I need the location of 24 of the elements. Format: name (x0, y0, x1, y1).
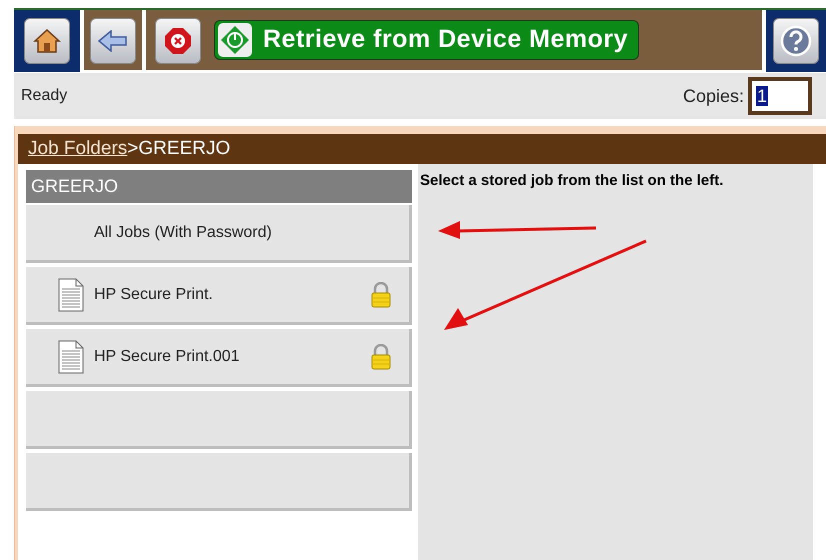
breadcrumb-current: >GREERJO (127, 136, 230, 161)
instructions-text: Select a stored job from the list on the left. (420, 171, 724, 191)
home-button[interactable] (24, 18, 70, 64)
list-item[interactable]: HP Secure Print.001 (26, 329, 412, 387)
document-icon (58, 340, 84, 374)
document-icon (58, 278, 84, 312)
folder-title: GREERJO (26, 170, 412, 203)
list-item[interactable]: All Jobs (With Password) (26, 205, 412, 263)
list-item[interactable]: HP Secure Print. (26, 267, 412, 325)
stop-icon (164, 27, 192, 55)
start-icon (217, 22, 253, 58)
job-folders-link[interactable]: Job Folders (28, 134, 128, 164)
house-icon (33, 28, 61, 54)
stop-button[interactable] (155, 18, 201, 64)
copies-field[interactable]: 1 (748, 77, 812, 115)
padlock-icon (371, 344, 391, 370)
start-retrieve-button[interactable]: Retrieve from Device Memory (214, 20, 640, 60)
back-button[interactable] (90, 18, 136, 64)
copies-label: Copies: (682, 84, 744, 108)
help-icon (780, 25, 812, 57)
padlock-icon (371, 282, 391, 308)
left-arrow-icon (98, 30, 128, 52)
help-button[interactable] (773, 18, 819, 64)
status-text: Ready (21, 86, 68, 106)
